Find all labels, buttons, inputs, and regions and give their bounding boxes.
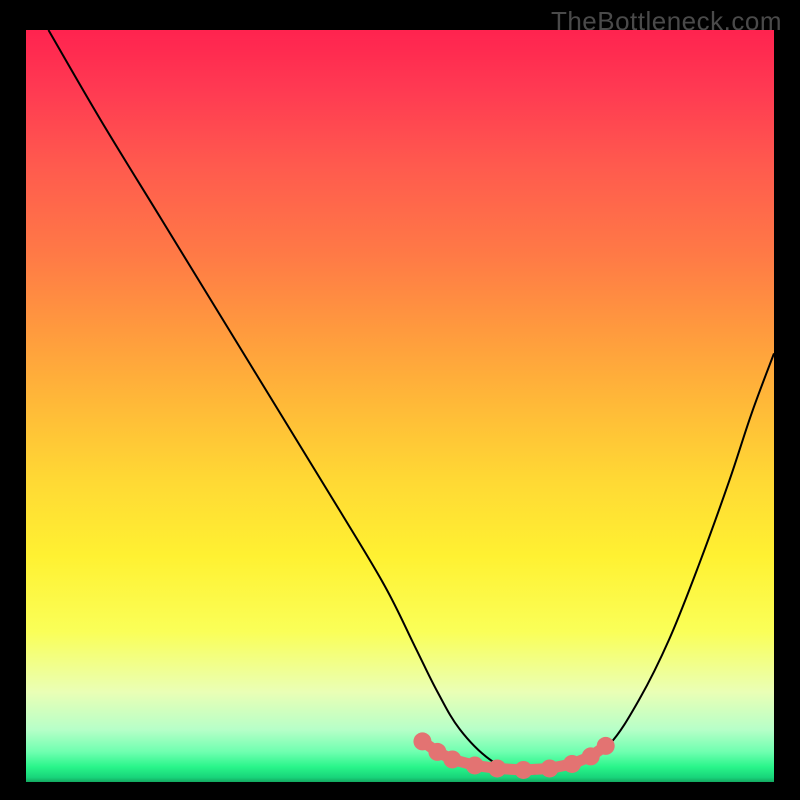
- highlight-dot: [413, 732, 431, 750]
- highlight-dot: [443, 750, 461, 768]
- plot-area: [26, 30, 774, 782]
- highlight-dot: [514, 761, 532, 779]
- curve-overlay: [26, 30, 774, 782]
- chart-frame: TheBottleneck.com: [0, 0, 800, 800]
- highlight-dot: [466, 756, 484, 774]
- highlight-segment: [413, 732, 614, 779]
- highlight-dot: [582, 747, 600, 765]
- bottleneck-curve: [48, 30, 774, 774]
- highlight-dot: [597, 737, 615, 755]
- highlight-dot: [541, 759, 559, 777]
- highlight-dot: [563, 755, 581, 773]
- highlight-dot: [488, 759, 506, 777]
